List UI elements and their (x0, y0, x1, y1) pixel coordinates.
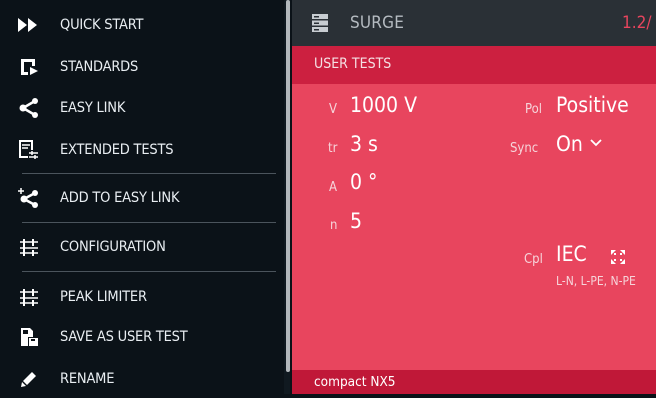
menu-item-label: EXTENDED TESTS (60, 142, 174, 158)
menu-item-label: EASY LINK (60, 100, 126, 116)
device-name: compact NX5 (314, 374, 396, 390)
menu-item-label: SAVE AS USER TEST (60, 329, 188, 345)
param-label-v: V (329, 102, 337, 117)
menu-item-label: QUICK START (60, 17, 144, 33)
param-label-n: n (330, 218, 338, 233)
param-value-cpl[interactable]: IEC (556, 242, 587, 266)
param-label-sync: Sync (510, 141, 539, 156)
menu-item-label: ADD TO EASY LINK (60, 190, 180, 206)
expand-icon[interactable] (611, 249, 625, 268)
menu-item-label: PEAK LIMITER (60, 289, 147, 305)
param-value-a[interactable]: 0 ° (350, 170, 377, 194)
menu-divider (22, 271, 276, 272)
menu-item-add-to-easy-link[interactable]: ADD TO EASY LINK (0, 179, 284, 217)
pencil-icon (18, 368, 40, 390)
share-icon (18, 97, 40, 119)
menu-item-label: CONFIGURATION (60, 239, 166, 255)
sliders-icon (18, 286, 40, 308)
menu-divider (22, 222, 276, 223)
section-title: USER TESTS (314, 56, 392, 72)
param-value-tr[interactable]: 3 s (350, 132, 378, 156)
sync-dropdown[interactable]: On (556, 132, 603, 156)
standards-icon (18, 56, 40, 78)
extended-tests-icon (18, 139, 40, 161)
save-doc-icon (18, 326, 40, 348)
param-label-cpl: Cpl (524, 252, 543, 267)
menu-item-easy-link[interactable]: EASY LINK (0, 89, 284, 127)
menu-item-label: STANDARDS (60, 59, 139, 75)
device-footer: compact NX5 (292, 370, 656, 394)
menu-item-peak-limiter[interactable]: PEAK LIMITER (0, 278, 284, 316)
coupling-paths: L-N, L-PE, N-PE (556, 274, 636, 288)
share-add-icon (18, 187, 40, 209)
param-label-a: A (329, 180, 337, 195)
sliders-icon (18, 236, 40, 258)
chevron-down-icon (590, 139, 603, 147)
fast-forward-icon (18, 14, 40, 36)
panel-header: SURGE 1.2/ (292, 0, 656, 46)
param-value-n[interactable]: 5 (350, 209, 362, 233)
panel-title: SURGE (350, 13, 405, 33)
menu-item-label: RENAME (60, 371, 115, 387)
param-label-tr: tr (328, 141, 338, 156)
menu-item-configuration[interactable]: CONFIGURATION (0, 228, 284, 266)
menu-item-quick-start[interactable]: QUICK START (0, 6, 284, 44)
param-value-v[interactable]: 1000 V (350, 93, 417, 117)
menu-item-standards[interactable]: STANDARDS (0, 48, 284, 86)
device-icon (312, 14, 328, 36)
param-value-sync: On (556, 132, 583, 156)
param-value-pol[interactable]: Positive (556, 93, 629, 117)
side-menu: QUICK START STANDARDS EASY LINK EXTENDED… (0, 0, 284, 394)
menu-item-extended-tests[interactable]: EXTENDED TESTS (0, 131, 284, 169)
menu-item-save-as-user-test[interactable]: SAVE AS USER TEST (0, 318, 284, 356)
test-panel: SURGE 1.2/ USER TESTS V 1000 V tr 3 s A … (292, 0, 656, 394)
param-label-pol: Pol (525, 102, 542, 117)
section-header: USER TESTS (292, 46, 656, 84)
menu-scrollbar-thumb[interactable] (286, 0, 290, 372)
page-indicator: 1.2/ (622, 13, 652, 33)
menu-divider (22, 173, 276, 174)
menu-item-rename[interactable]: RENAME (0, 360, 284, 398)
